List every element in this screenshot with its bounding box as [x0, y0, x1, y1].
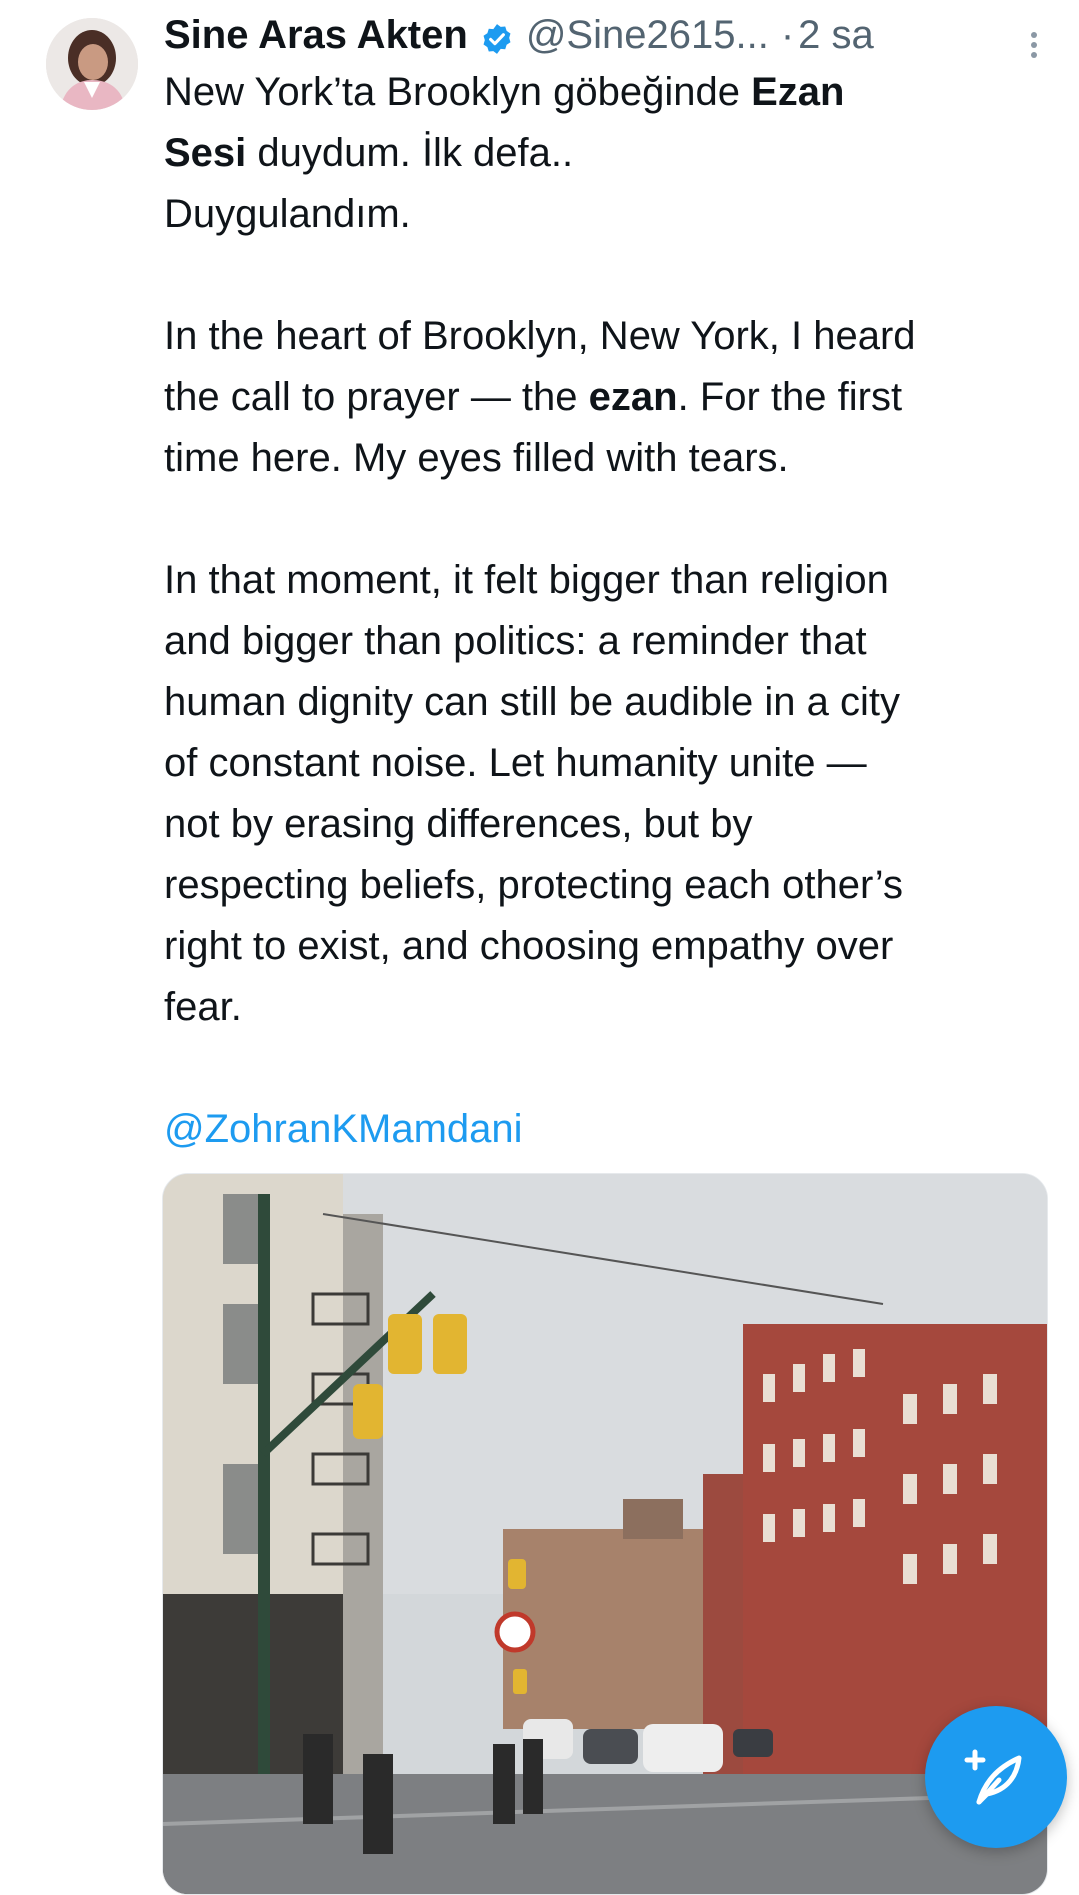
text-line: New York’ta Brooklyn göbeğinde Ezan [164, 70, 845, 114]
compose-post-icon [964, 1749, 1022, 1805]
header-separator: · [780, 13, 795, 57]
verified-badge-icon[interactable] [480, 18, 514, 54]
street-scene-image [163, 1174, 1047, 1894]
text-line: respecting beliefs, protecting each othe… [164, 863, 903, 907]
author-avatar[interactable] [46, 18, 138, 110]
mention-line: @ZohranKMamdani [164, 1099, 1064, 1160]
text-line: time here. My eyes filled with tears. [164, 436, 789, 480]
text-line: In that moment, it felt bigger than reli… [164, 558, 889, 602]
text-line: Sesi duydum. İlk defa.. [164, 131, 574, 175]
tweet-header: Sine Aras Akten @Sine2615... · 2 sa [164, 10, 1044, 60]
avatar-image [46, 18, 138, 110]
tweet-text: New York’ta Brooklyn göbeğinde Ezan Sesi… [164, 62, 1064, 1160]
text-line: the call to prayer — the ezan. For the f… [164, 375, 903, 419]
text-line: right to exist, and choosing empathy ove… [164, 924, 894, 968]
author-display-name[interactable]: Sine Aras Akten [164, 10, 468, 60]
tweet-media[interactable] [162, 1173, 1048, 1895]
author-handle[interactable]: @Sine2615... [526, 10, 769, 60]
text-line: not by erasing differences, but by [164, 802, 753, 846]
text-line: of constant noise. Let humanity unite — [164, 741, 867, 785]
mention-link[interactable]: @ZohranKMamdani [164, 1107, 523, 1151]
text-line: In the heart of Brooklyn, New York, I he… [164, 314, 916, 358]
more-vertical-icon[interactable] [1024, 22, 1044, 58]
compose-post-button[interactable] [925, 1706, 1067, 1848]
text-line: and bigger than politics: a reminder tha… [164, 619, 867, 663]
text-line: Duygulandım. [164, 192, 411, 236]
text-line: fear. [164, 985, 242, 1029]
text-line: human dignity can still be audible in a … [164, 680, 900, 724]
tweet-timestamp[interactable]: 2 sa [798, 10, 874, 60]
